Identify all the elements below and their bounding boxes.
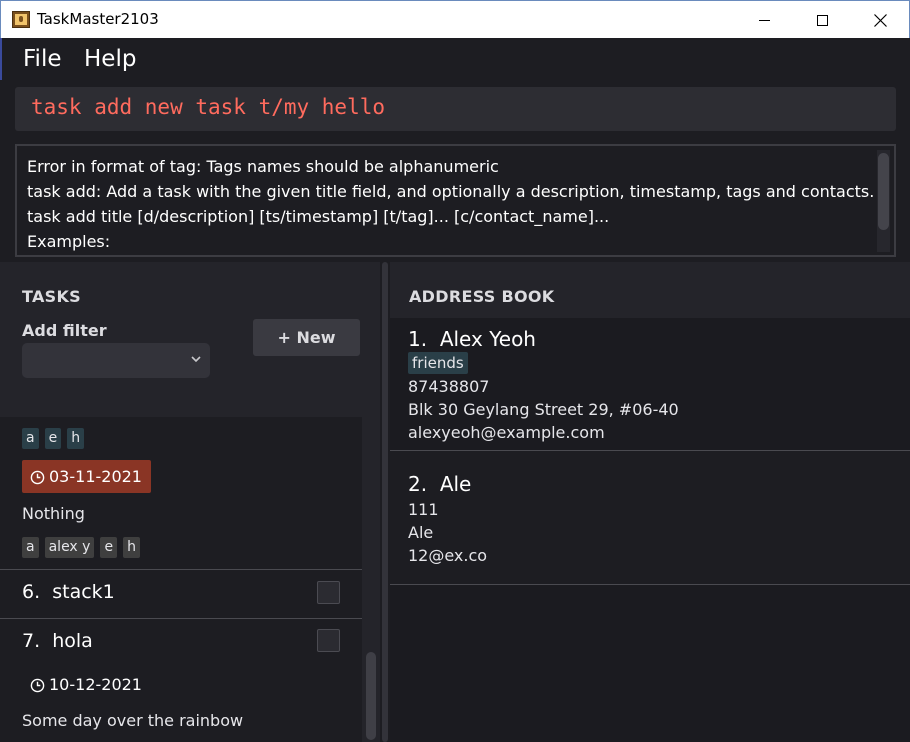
split-divider-handle[interactable] bbox=[382, 262, 388, 742]
result-line: task add: Add a task with the given titl… bbox=[27, 182, 875, 201]
chevron-down-icon bbox=[191, 356, 201, 363]
person-email: alexyeoh@example.com bbox=[408, 423, 605, 442]
clock-icon bbox=[30, 470, 45, 485]
minimize-icon bbox=[758, 20, 770, 21]
address-book-panel: ADDRESS BOOK 1. Alex Yeoh friends 874388… bbox=[390, 262, 910, 742]
menu-file[interactable]: File bbox=[23, 46, 62, 72]
person-index: 2. bbox=[408, 472, 428, 496]
task-contacts: a alex yeh bbox=[22, 536, 146, 558]
person-index: 1. bbox=[408, 327, 428, 351]
app-icon bbox=[12, 11, 30, 28]
task-list-scrollbar[interactable] bbox=[364, 417, 378, 742]
person-name-text: Alex Yeoh bbox=[439, 327, 536, 351]
task-description: Nothing bbox=[22, 504, 85, 523]
task-index: 6. bbox=[22, 581, 41, 603]
task-date: 03-11-2021 bbox=[49, 467, 142, 486]
task-date: 10-12-2021 bbox=[49, 675, 142, 694]
result-line: task add title [d/description] [ts/times… bbox=[27, 207, 610, 226]
task-list[interactable]: aeh 03-11-2021 Nothing a alex yeh 6. stac… bbox=[0, 417, 362, 742]
person-name: 2. Ale bbox=[408, 472, 471, 496]
task-done-checkbox[interactable] bbox=[317, 629, 340, 652]
task-divider bbox=[0, 618, 362, 619]
task-list-scrollbar-thumb[interactable] bbox=[366, 652, 376, 740]
minimize-button[interactable] bbox=[735, 1, 793, 38]
person-name: 1. Alex Yeoh bbox=[408, 327, 536, 351]
task-index: 7. bbox=[22, 630, 41, 652]
person-phone: 87438807 bbox=[408, 377, 490, 396]
split-divider[interactable] bbox=[380, 262, 390, 742]
person-card[interactable]: 1. Alex Yeoh friends 87438807 Blk 30 Gey… bbox=[390, 318, 910, 450]
tag: friends bbox=[408, 352, 468, 374]
window-titlebar: TaskMaster2103 bbox=[0, 0, 910, 38]
new-task-button[interactable]: + New bbox=[253, 319, 360, 356]
task-title-text: stack1 bbox=[52, 581, 115, 603]
result-scrollbar-thumb[interactable] bbox=[878, 153, 889, 230]
task-done-checkbox[interactable] bbox=[317, 581, 340, 604]
menu-bar: File Help bbox=[0, 38, 910, 80]
person-email: 12@ex.co bbox=[408, 546, 488, 565]
command-input[interactable]: task add new task t/my hello bbox=[15, 87, 896, 131]
address-book-heading: ADDRESS BOOK bbox=[409, 287, 555, 306]
maximize-icon bbox=[816, 15, 828, 26]
filter-select[interactable] bbox=[22, 343, 210, 378]
command-input-text: task add new task t/my hello bbox=[31, 95, 386, 119]
person-name-text: Ale bbox=[439, 472, 472, 496]
result-display[interactable]: Error in format of tag: Tags names shoul… bbox=[15, 144, 896, 257]
task-tags: aeh bbox=[22, 427, 90, 449]
tag: a bbox=[22, 428, 39, 449]
clock-icon bbox=[30, 678, 45, 693]
task-description: Some day over the rainbow bbox=[22, 711, 244, 730]
task-divider bbox=[0, 569, 362, 570]
filter-label: Add filter bbox=[22, 321, 107, 340]
tasks-panel: TASKS Add filter + New aeh 03-11-2021 No… bbox=[0, 262, 380, 742]
task-title[interactable]: 7. hola bbox=[22, 630, 93, 652]
task-date-badge: 03-11-2021 bbox=[22, 460, 151, 493]
person-card[interactable]: 2. Ale 111 Ale 12@ex.co bbox=[390, 451, 910, 584]
window-title: TaskMaster2103 bbox=[37, 10, 159, 28]
tag: h bbox=[67, 428, 85, 449]
tag: e bbox=[44, 428, 62, 449]
tasks-heading: TASKS bbox=[22, 287, 81, 306]
result-text: Error in format of tag: Tags names shoul… bbox=[27, 154, 874, 254]
contact-tag: h bbox=[123, 537, 140, 558]
person-phone: 111 bbox=[408, 500, 439, 519]
card-divider bbox=[390, 584, 910, 585]
menu-help[interactable]: Help bbox=[84, 46, 136, 72]
close-icon bbox=[873, 14, 887, 27]
task-title[interactable]: 6. stack1 bbox=[22, 581, 115, 603]
contact-tag: alex y bbox=[44, 537, 95, 558]
result-line: Examples: bbox=[27, 232, 111, 251]
contact-tag: e bbox=[100, 537, 118, 558]
task-title-text: hola bbox=[52, 630, 93, 652]
result-scrollbar[interactable] bbox=[877, 150, 890, 252]
close-button[interactable] bbox=[851, 1, 909, 38]
task-date-badge: 10-12-2021 bbox=[22, 668, 151, 701]
person-address: Ale bbox=[408, 523, 434, 542]
result-line: Error in format of tag: Tags names shoul… bbox=[27, 157, 499, 176]
person-address: Blk 30 Geylang Street 29, #06-40 bbox=[408, 400, 679, 419]
person-tags: friends bbox=[408, 352, 474, 374]
contact-tag: a bbox=[22, 537, 39, 558]
maximize-button[interactable] bbox=[793, 1, 851, 38]
